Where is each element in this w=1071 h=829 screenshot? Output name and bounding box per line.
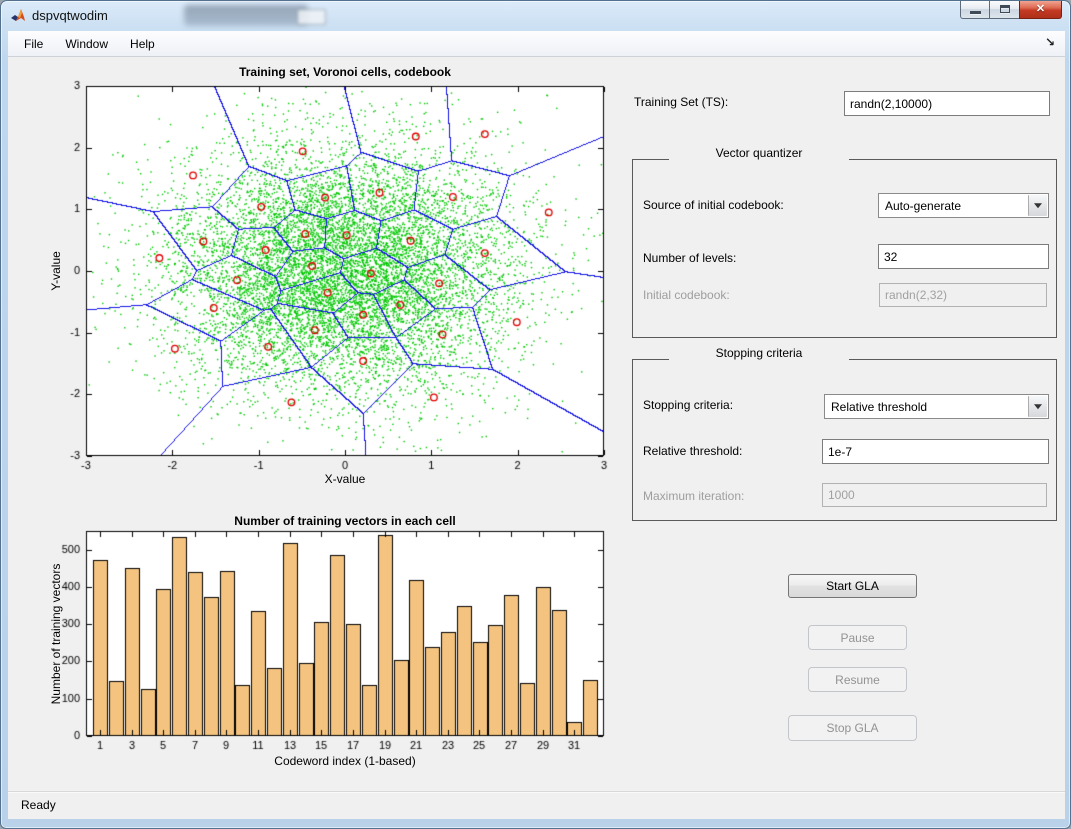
stopping-criteria-group: Stopping criteria Stopping criteria: Rel… xyxy=(632,359,1057,521)
voronoi-plot-xlabel: X-value xyxy=(325,472,366,486)
relative-threshold-label: Relative threshold: xyxy=(643,444,742,458)
dock-figure-icon[interactable]: ↘ xyxy=(1045,35,1055,49)
stopping-criteria-value: Relative threshold xyxy=(831,400,927,414)
maximize-icon xyxy=(1000,5,1010,13)
window-title: dspvqtwodim xyxy=(32,8,108,23)
close-icon: ✕ xyxy=(1020,2,1061,15)
redacted-region xyxy=(184,5,308,26)
close-button[interactable]: ✕ xyxy=(1019,1,1062,19)
chevron-down-icon[interactable] xyxy=(1028,396,1047,417)
source-codebook-label: Source of initial codebook: xyxy=(643,198,784,212)
caption-buttons: ✕ xyxy=(961,1,1062,21)
start-gla-button[interactable]: Start GLA xyxy=(788,574,917,598)
resume-button: Resume xyxy=(808,667,907,692)
maximum-iteration-label: Maximum iteration: xyxy=(643,489,744,503)
menu-window[interactable]: Window xyxy=(54,33,119,55)
relative-threshold-input[interactable] xyxy=(822,439,1049,464)
matlab-logo-icon xyxy=(10,8,26,24)
training-set-label: Training Set (TS): xyxy=(634,95,728,109)
source-codebook-dropdown[interactable]: Auto-generate xyxy=(878,193,1049,218)
titlebar: dspvqtwodim ✕ xyxy=(1,1,1070,31)
vector-quantizer-group: Vector quantizer Source of initial codeb… xyxy=(632,159,1057,338)
number-of-levels-input[interactable] xyxy=(878,244,1049,269)
menu-help[interactable]: Help xyxy=(119,33,166,55)
matlab-figure-window: dspvqtwodim ✕ File Window Help ↘ Trainin… xyxy=(0,0,1071,829)
redacted-region-small xyxy=(297,9,326,25)
bar-plot-title: Number of training vectors in each cell xyxy=(234,514,455,528)
voronoi-plot-ylabel: Y-value xyxy=(49,251,63,291)
stopping-criteria-group-title: Stopping criteria xyxy=(669,346,849,362)
minimize-button[interactable] xyxy=(960,1,990,19)
training-set-input[interactable] xyxy=(844,91,1050,116)
menubar: File Window Help ↘ xyxy=(8,31,1065,57)
statusbar: Ready xyxy=(8,791,1065,819)
stop-gla-button: Stop GLA xyxy=(788,715,917,741)
maximum-iteration-input xyxy=(822,483,1047,507)
vector-quantizer-group-title: Vector quantizer xyxy=(669,146,849,162)
number-of-levels-label: Number of levels: xyxy=(643,251,736,265)
status-text: Ready xyxy=(21,798,56,812)
initial-codebook-label: Initial codebook: xyxy=(643,288,730,302)
chevron-down-icon[interactable] xyxy=(1028,195,1047,216)
initial-codebook-input xyxy=(879,283,1047,307)
menu-file[interactable]: File xyxy=(13,33,54,55)
bar-plot-xlabel: Codeword index (1-based) xyxy=(274,754,415,768)
minimize-icon xyxy=(970,11,981,14)
bar-plot-ylabel: Number of training vectors xyxy=(49,564,63,705)
source-codebook-value: Auto-generate xyxy=(885,199,961,213)
maximize-button[interactable] xyxy=(989,1,1020,19)
pause-button: Pause xyxy=(808,625,907,650)
stopping-criteria-dropdown[interactable]: Relative threshold xyxy=(824,394,1049,419)
voronoi-plot-title: Training set, Voronoi cells, codebook xyxy=(239,65,451,79)
stopping-criteria-label: Stopping criteria: xyxy=(643,398,733,412)
